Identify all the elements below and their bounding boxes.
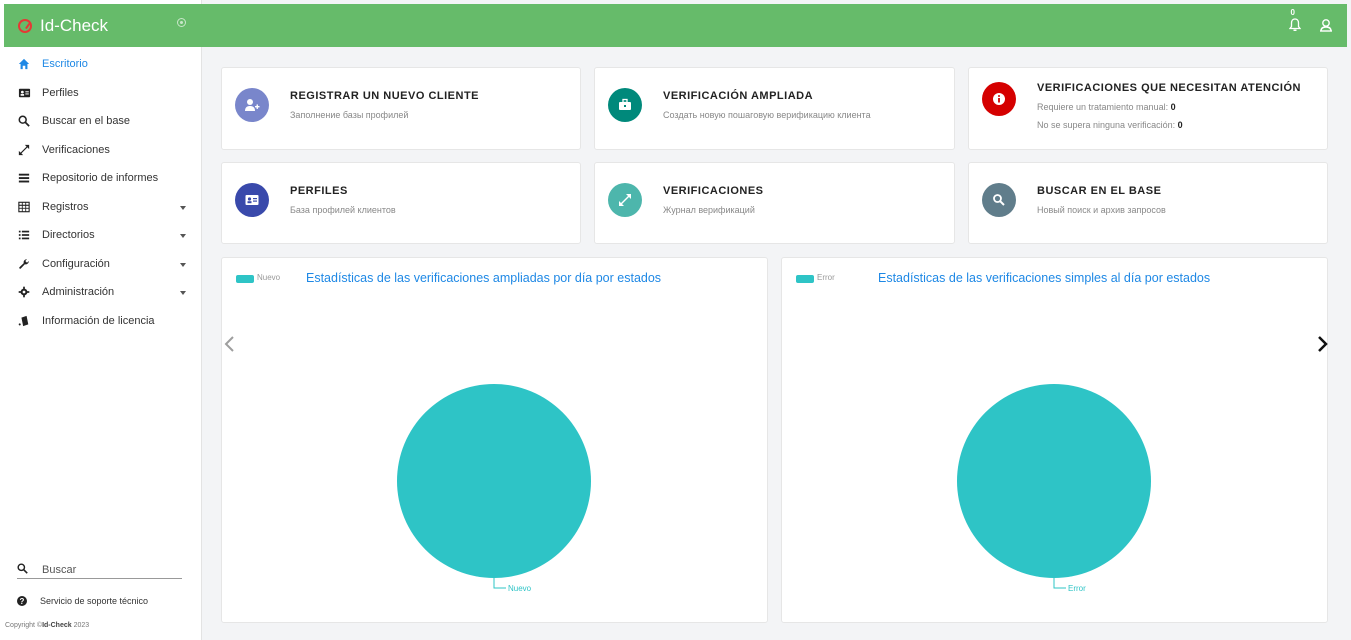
sidebar-item-label: Verificaciones — [42, 143, 110, 156]
line-label: No se supera ninguna verificación: — [1037, 120, 1178, 130]
sidebar-item-label: Configuración — [42, 257, 110, 270]
sidebar-item-label: Buscar en el base — [42, 115, 131, 128]
card-title: PERFILES — [290, 185, 348, 197]
list-icon — [17, 171, 31, 185]
support-label: Servicio de soporte técnico — [40, 596, 149, 606]
line-value: 0 — [1170, 102, 1176, 112]
copyright: Copyright ©Id-Check 2023 — [5, 622, 89, 629]
expand-icon — [608, 183, 642, 217]
chevron-down-icon — [180, 291, 186, 295]
sidebar-item-label: Escritorio — [42, 58, 88, 71]
bell-icon[interactable] — [1288, 18, 1302, 32]
carousel-prev-button[interactable] — [222, 330, 240, 358]
card-title: VERIFICACIONES QUE NECESITAN ATENCIÓN — [1037, 82, 1301, 94]
sidebar-item-label: Perfiles — [42, 86, 79, 99]
copyright-year: 2023 — [71, 622, 90, 629]
sidebar-item-label: Información de licencia — [42, 314, 155, 327]
sidebar-item-registros[interactable]: Registros — [0, 193, 200, 222]
card-title: VERIFICACIONES — [663, 185, 764, 197]
card-subtitle: Заполнение базы профилей — [290, 110, 409, 120]
card-buscar-base[interactable]: BUSCAR EN EL BASE Новый поиск и архив за… — [968, 162, 1328, 244]
pie-chart: Error — [957, 384, 1151, 593]
sidebar-item-perfiles[interactable]: Perfiles — [0, 79, 200, 108]
sidebar-search — [17, 562, 182, 579]
app-title: Id-Check — [40, 15, 109, 35]
copyright-prefix: Copyright © — [5, 622, 43, 629]
sidebar: Id-Check Escritorio Perfiles Buscar en e… — [0, 0, 202, 640]
license-icon — [17, 314, 31, 328]
slice-label-line — [1053, 578, 1066, 589]
line-value: 0 — [1177, 120, 1183, 130]
id-card-icon — [235, 183, 269, 217]
card-title: VERIFICACIÓN AMPLIADA — [663, 90, 814, 102]
card-title: REGISTRAR UN NUEVO CLIENTE — [290, 90, 480, 102]
card-verificacion-ampliada[interactable]: VERIFICACIÓN AMPLIADA Создать новую поша… — [594, 67, 955, 150]
list-bullet-icon — [17, 228, 31, 242]
brand-header[interactable]: Id-Check — [4, 4, 202, 47]
search-icon — [17, 114, 31, 128]
home-icon — [17, 57, 31, 71]
sidebar-item-licencia[interactable]: Información de licencia — [0, 307, 200, 336]
pie-chart: Nuevo — [397, 384, 591, 593]
pie-slice[interactable] — [397, 384, 591, 578]
sidebar-item-label: Administración — [42, 286, 115, 299]
sidebar-toggle-icon[interactable] — [177, 18, 186, 27]
slice-label: Nuevo — [508, 584, 532, 593]
logo-icon — [18, 18, 32, 33]
sidebar-item-label: Repositorio de informes — [42, 172, 159, 185]
card-line-fail: No se supera ninguna verificación: 0 — [1037, 120, 1183, 130]
add-user-icon — [235, 88, 269, 122]
sidebar-item-label: Directorios — [42, 229, 95, 242]
info-icon — [982, 82, 1016, 116]
expand-icon — [17, 143, 31, 157]
sidebar-item-directorios[interactable]: Directorios — [0, 221, 200, 250]
table-icon — [17, 200, 31, 214]
copyright-brand: Id-Check — [42, 622, 72, 629]
sidebar-item-administracion[interactable]: Administración — [0, 278, 200, 307]
card-subtitle: Новый поиск и архив запросов — [1037, 205, 1166, 215]
wrench-icon — [17, 257, 31, 271]
card-verificaciones-atencion[interactable]: VERIFICACIONES QUE NECESITAN ATENCIÓN Re… — [968, 67, 1328, 150]
card-line-manual: Requiere un tratamiento manual: 0 — [1037, 102, 1176, 112]
gear-icon — [17, 285, 31, 299]
card-subtitle: База профилей клиентов — [290, 205, 396, 215]
card-perfiles[interactable]: PERFILES База профилей клиентов — [221, 162, 581, 244]
sidebar-item-escritorio[interactable]: Escritorio — [0, 50, 200, 79]
line-label: Requiere un tratamiento manual: — [1037, 102, 1171, 112]
pie-slice[interactable] — [957, 384, 1151, 578]
card-title: BUSCAR EN EL BASE — [1037, 185, 1162, 197]
question-icon: ? — [17, 596, 27, 606]
search-icon — [17, 563, 31, 577]
chevron-down-icon — [180, 262, 186, 267]
card-subtitle: Журнал верификаций — [663, 205, 755, 215]
card-verificaciones[interactable]: VERIFICACIONES Журнал верификаций — [594, 162, 955, 244]
card-subtitle: Создать новую пошаговую верификацию клие… — [663, 110, 871, 120]
card-registrar-cliente[interactable]: REGISTRAR UN NUEVO CLIENTE Заполнение ба… — [221, 67, 581, 150]
sidebar-item-configuracion[interactable]: Configuración — [0, 250, 200, 279]
sidebar-search-input[interactable] — [42, 564, 172, 576]
sidebar-item-buscar[interactable]: Buscar en el base — [0, 107, 200, 136]
support-link[interactable]: ? Servicio de soporte técnico — [17, 596, 148, 606]
briefcase-icon — [608, 88, 642, 122]
sidebar-nav: Escritorio Perfiles Buscar en el base Ve… — [0, 50, 200, 335]
sidebar-item-verificaciones[interactable]: Verificaciones — [0, 136, 200, 165]
top-bar: 0 — [202, 4, 1347, 47]
chart-panel-simples: Error Estadísticas de las verificaciones… — [781, 257, 1328, 623]
sidebar-item-repositorio[interactable]: Repositorio de informes — [0, 164, 200, 193]
chevron-down-icon — [180, 234, 186, 238]
slice-label-line — [493, 578, 506, 589]
search-icon — [982, 183, 1016, 217]
chevron-down-icon — [180, 205, 186, 210]
notification-badge: 0 — [1290, 8, 1295, 17]
id-card-icon — [17, 86, 31, 100]
carousel-next-button[interactable] — [1313, 330, 1331, 358]
sidebar-item-label: Registros — [42, 200, 89, 213]
slice-label: Error — [1068, 584, 1086, 593]
chart-panel-ampliadas: Nuevo Estadísticas de las verificaciones… — [221, 257, 768, 623]
user-icon[interactable] — [1319, 18, 1333, 32]
